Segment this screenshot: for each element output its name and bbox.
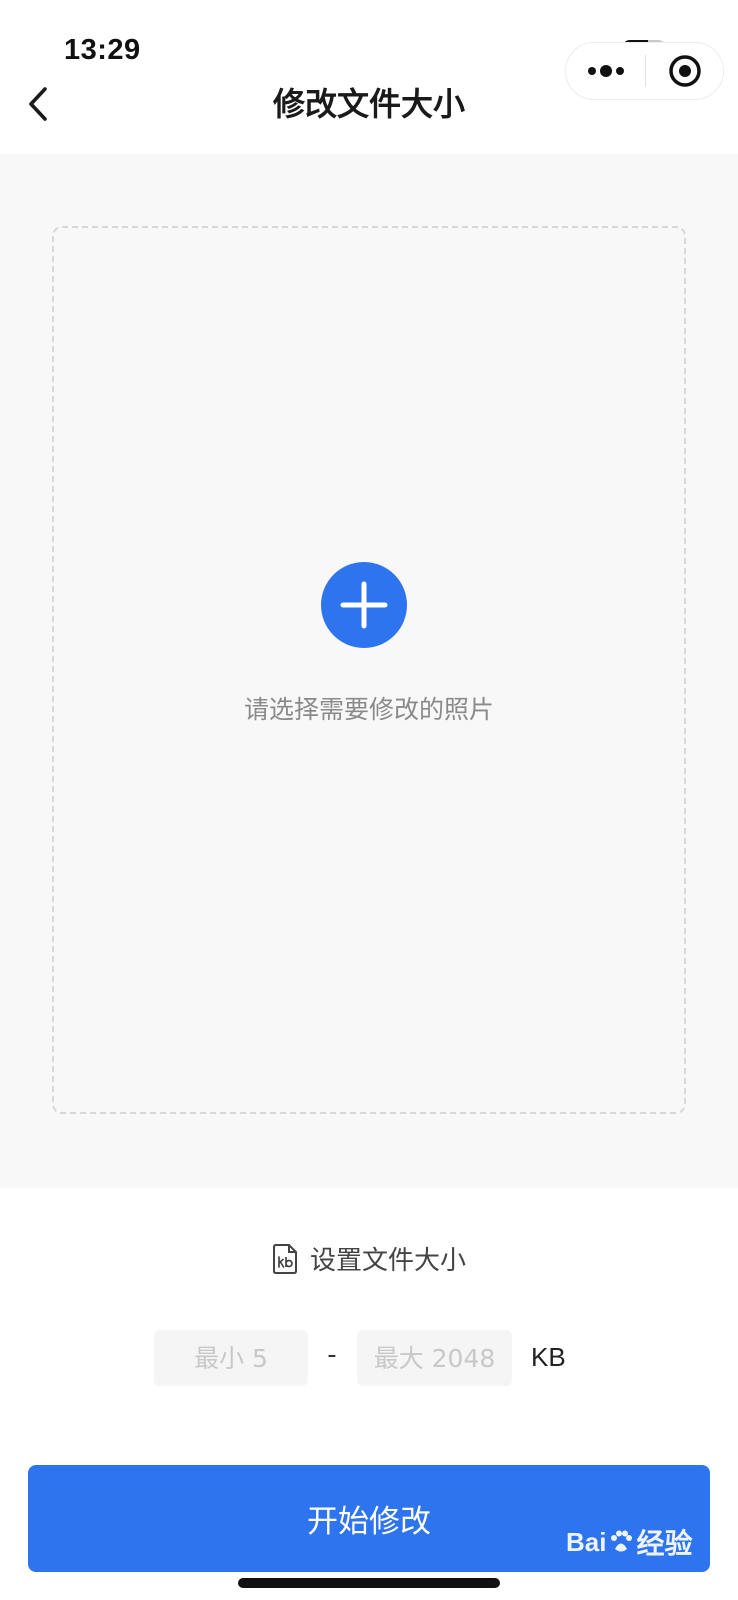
paw-icon <box>611 1530 633 1552</box>
status-time: 13:29 <box>64 34 141 66</box>
plus-icon <box>340 581 388 629</box>
kb-file-icon <box>272 1243 297 1274</box>
size-unit-label: KB <box>531 1342 566 1372</box>
back-button[interactable] <box>16 82 60 126</box>
upload-hint: 请选择需要修改的照片 <box>243 695 494 724</box>
watermark-brand: Bai <box>566 1526 607 1557</box>
size-settings-label: 设置文件大小 <box>309 1246 466 1276</box>
more-dots-icon <box>587 65 624 77</box>
page-title: 修改文件大小 <box>272 85 465 123</box>
chevron-left-icon <box>29 87 47 121</box>
home-indicator[interactable] <box>238 1578 500 1588</box>
add-photo-button[interactable] <box>321 562 407 648</box>
min-size-input[interactable] <box>154 1330 308 1386</box>
more-button[interactable] <box>566 43 645 99</box>
capsule-menu <box>565 42 724 100</box>
upload-dropzone[interactable] <box>52 226 686 1114</box>
watermark-suffix: 经验 <box>636 1528 693 1559</box>
range-separator: - <box>327 1340 337 1370</box>
baidu-watermark: Bai 经验 <box>566 1522 692 1562</box>
max-size-input[interactable] <box>357 1330 512 1386</box>
upload-area <box>0 154 738 1188</box>
size-settings-title: 设置文件大小 <box>0 1240 738 1277</box>
close-miniprogram-button[interactable] <box>646 43 724 99</box>
target-circle-icon <box>669 55 701 87</box>
